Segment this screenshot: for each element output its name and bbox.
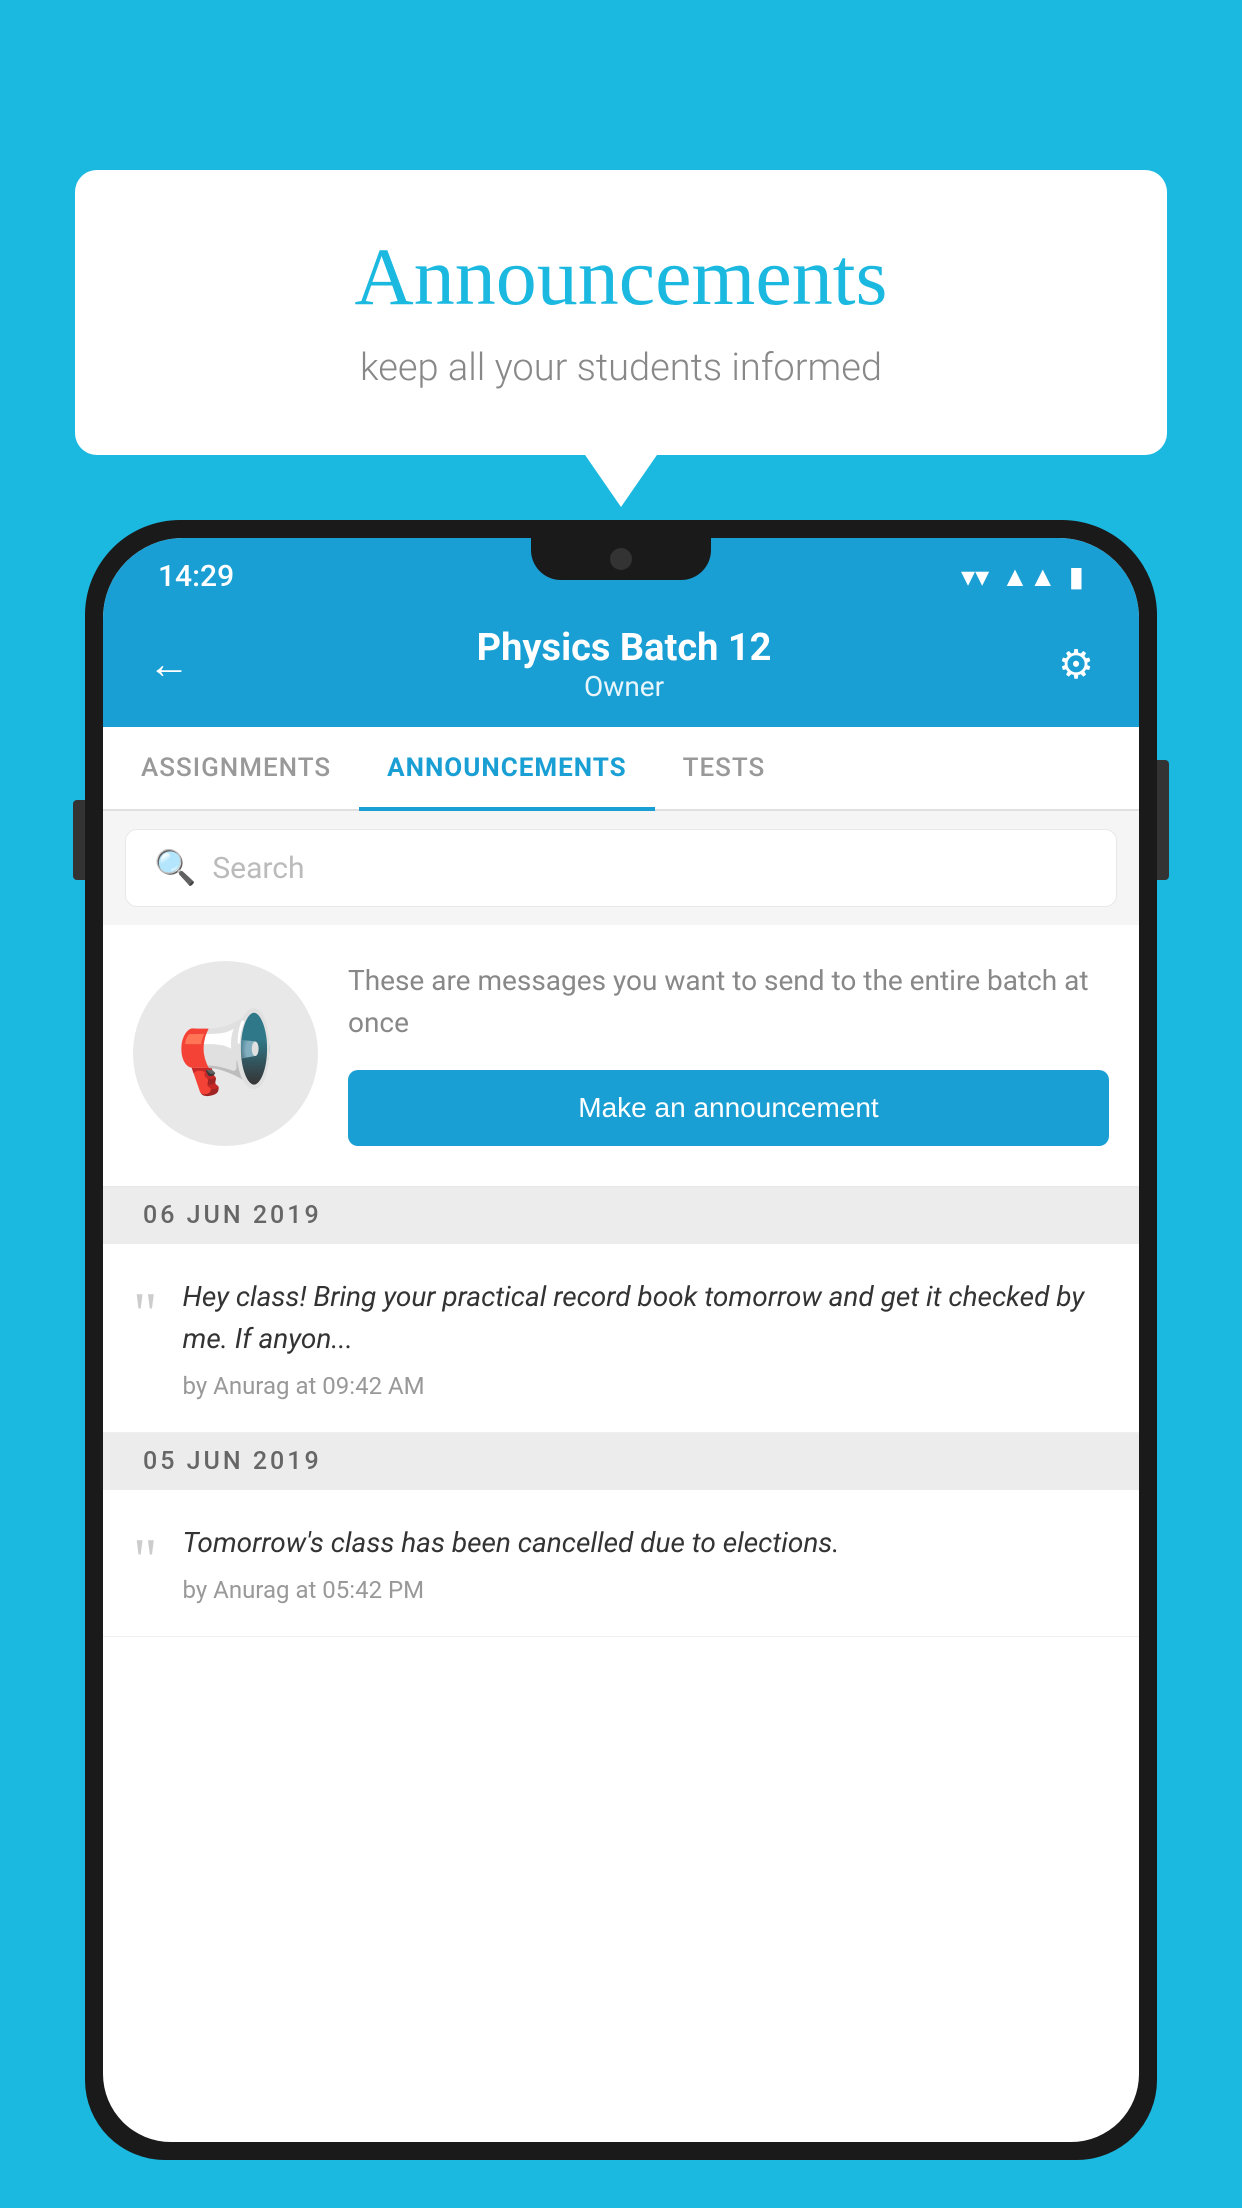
announcement-content-2: Tomorrow's class has been cancelled due …: [183, 1522, 1110, 1604]
announcement-content-1: Hey class! Bring your practical record b…: [183, 1276, 1110, 1400]
promo-content: These are messages you want to send to t…: [348, 960, 1109, 1146]
wifi-icon: ▾▾: [961, 560, 989, 593]
search-container: 🔍 Search: [103, 811, 1139, 925]
announcement-item-2[interactable]: " Tomorrow's class has been cancelled du…: [103, 1490, 1139, 1637]
batch-role: Owner: [477, 670, 772, 703]
tab-announcements[interactable]: ANNOUNCEMENTS: [359, 727, 654, 809]
announcement-text-1: Hey class! Bring your practical record b…: [183, 1276, 1110, 1360]
batch-title: Physics Batch 12: [477, 626, 772, 670]
quote-icon-2: ": [133, 1530, 158, 1590]
promo-icon-circle: 📢: [133, 961, 318, 1146]
app-header: ← Physics Batch 12 Owner ⚙: [103, 606, 1139, 727]
megaphone-icon: 📢: [176, 1006, 276, 1100]
announcement-text-2: Tomorrow's class has been cancelled due …: [183, 1522, 1110, 1564]
status-time: 14:29: [158, 559, 234, 594]
search-bar[interactable]: 🔍 Search: [125, 829, 1117, 907]
phone-frame: 14:29 ▾▾ ▲▲ ▮ ← Physics Batch 12 Owner ⚙: [85, 520, 1157, 2208]
phone-notch: [531, 538, 711, 580]
settings-icon[interactable]: ⚙: [1058, 641, 1094, 688]
date-separator-2: 05 JUN 2019: [103, 1433, 1139, 1490]
announcement-meta-1: by Anurag at 09:42 AM: [183, 1372, 1110, 1400]
bubble-subtitle: keep all your students informed: [155, 346, 1087, 390]
tab-bar: ASSIGNMENTS ANNOUNCEMENTS TESTS: [103, 727, 1139, 811]
quote-icon-1: ": [133, 1284, 158, 1344]
phone-screen: 14:29 ▾▾ ▲▲ ▮ ← Physics Batch 12 Owner ⚙: [103, 538, 1139, 2142]
promo-description: These are messages you want to send to t…: [348, 960, 1109, 1044]
tab-tests[interactable]: TESTS: [655, 727, 794, 809]
tab-assignments[interactable]: ASSIGNMENTS: [113, 727, 359, 809]
search-placeholder: Search: [212, 851, 304, 886]
speech-bubble: Announcements keep all your students inf…: [75, 170, 1167, 455]
date-separator-1: 06 JUN 2019: [103, 1187, 1139, 1244]
back-button[interactable]: ←: [148, 640, 190, 689]
battery-icon: ▮: [1069, 560, 1084, 593]
bubble-title: Announcements: [155, 230, 1087, 324]
speech-bubble-container: Announcements keep all your students inf…: [75, 170, 1167, 455]
phone-volume-button: [73, 800, 85, 880]
announcement-meta-2: by Anurag at 05:42 PM: [183, 1576, 1110, 1604]
phone-camera: [610, 548, 632, 570]
signal-icon: ▲▲: [1001, 560, 1056, 593]
announcement-item-1[interactable]: " Hey class! Bring your practical record…: [103, 1244, 1139, 1433]
status-icons: ▾▾ ▲▲ ▮: [961, 560, 1084, 593]
promo-block: 📢 These are messages you want to send to…: [103, 925, 1139, 1187]
make-announcement-button[interactable]: Make an announcement: [348, 1070, 1109, 1146]
header-title-block: Physics Batch 12 Owner: [477, 626, 772, 703]
phone-power-button: [1157, 760, 1169, 880]
search-icon: 🔍: [154, 848, 196, 888]
phone-outer: 14:29 ▾▾ ▲▲ ▮ ← Physics Batch 12 Owner ⚙: [85, 520, 1157, 2160]
